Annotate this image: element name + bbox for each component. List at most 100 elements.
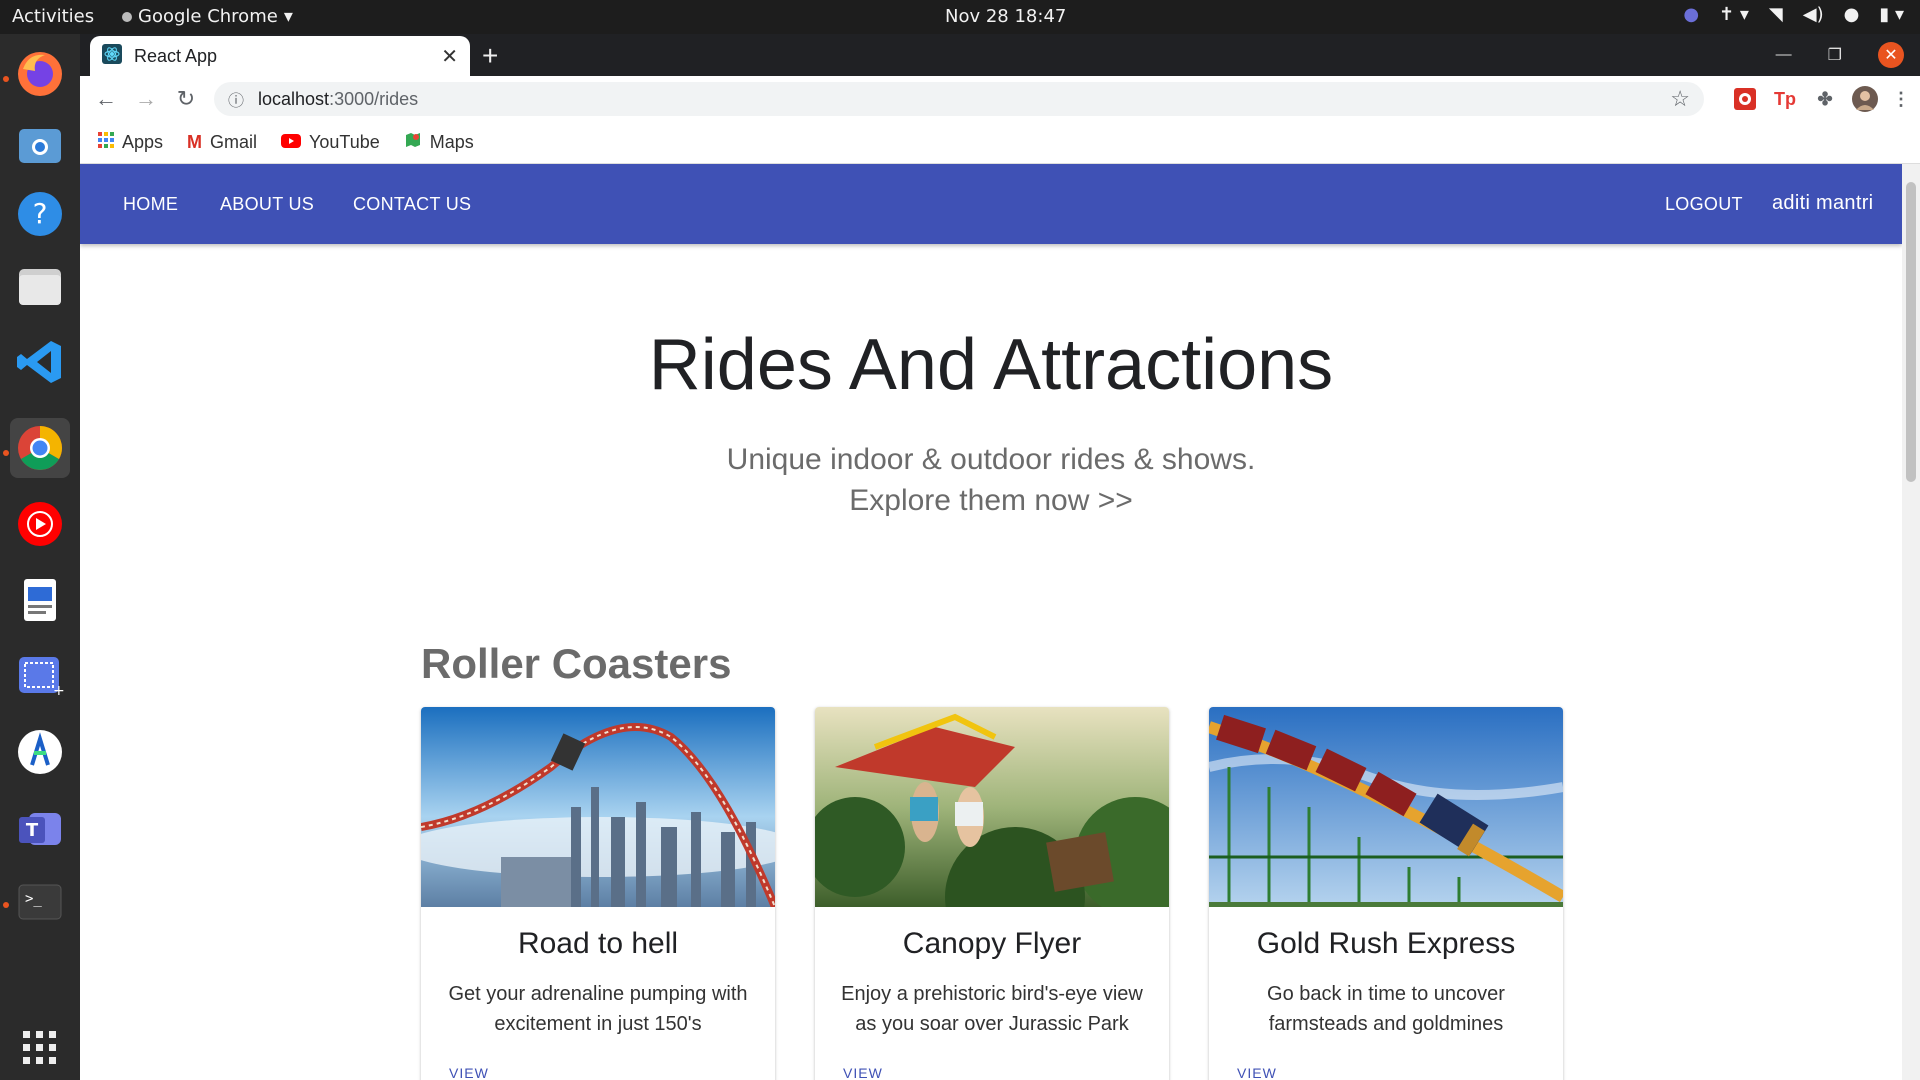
tab-react-app[interactable]: React App ✕ [90,36,470,76]
youtube-music-icon[interactable] [10,494,70,554]
apps-grid-icon [98,132,114,153]
new-tab-icon[interactable]: + [482,40,498,72]
ride-image-canopy-flyer [815,707,1169,907]
page-scrollbar[interactable] [1902,164,1920,1080]
window-close-icon[interactable]: ✕ [1878,42,1904,68]
subtitle-line-1: Unique indoor & outdoor rides & shows. [726,443,1256,476]
card-title: Gold Rush Express [1256,927,1516,960]
firefox-icon[interactable] [10,44,70,104]
youtube-icon [281,132,302,153]
help-icon[interactable]: ? [10,184,70,244]
bookmark-label: Maps [429,132,474,152]
svg-text:>_: >_ [25,891,42,907]
text-editor-icon[interactable] [10,570,70,630]
nav-about-us[interactable]: ABOUT US [220,194,314,215]
card-description: Go back in time to uncover farmsteads an… [1267,983,1505,1035]
minimize-icon[interactable]: — [1776,46,1792,64]
teams-icon[interactable]: T [10,798,70,858]
close-tab-icon[interactable]: ✕ [441,44,458,69]
view-button[interactable]: VIEW [449,1065,489,1080]
nav-contact-us[interactable]: CONTACT US [353,194,471,215]
vscode-icon[interactable] [10,332,70,392]
app-menu[interactable]: Google Chrome ▾ [122,6,293,27]
ride-card[interactable]: Gold Rush Express Go back in time to unc… [1209,707,1563,1080]
card-title: Road to hell [517,927,679,960]
ride-image-road-to-hell [421,707,775,907]
screenshot-icon[interactable]: + [10,646,70,706]
tab-strip: React App ✕ + — ❐ ✕ [80,34,1920,76]
bookmark-label: Gmail [210,132,258,152]
card-title: Canopy Flyer [902,927,1082,960]
battery-icon[interactable]: ▮ ▾ [1879,4,1904,25]
page-title: Rides And Attractions [648,325,1334,405]
extensions-puzzle-icon[interactable]: ✤ [1810,84,1840,114]
view-button[interactable]: VIEW [1237,1065,1277,1080]
extension-red-icon[interactable] [1730,84,1760,114]
system-top-bar: Activities Google Chrome ▾ Nov 28 18:47 … [0,0,1920,34]
browser-toolbar: ← → ↻ ⓘ localhost:3000/rides ☆ Tp ✤ ⋮ [80,76,1920,122]
bookmarks-bar: Apps M Gmail YouTube Maps [80,122,1920,164]
system-tray[interactable]: ● ✝ ▾ ◥ ◀) ● ▮ ▾ [1683,4,1904,25]
software-store-icon[interactable] [10,114,70,174]
gmail-icon: M [187,132,203,152]
page-subtitle: Unique indoor & outdoor rides & shows. E… [80,439,1902,521]
wifi-icon[interactable]: ◥ [1769,4,1783,25]
maps-icon [404,131,422,154]
chrome-icon[interactable] [10,418,70,478]
app-navbar: HOME ABOUT US CONTACT US LOGOUT aditi ma… [80,164,1902,244]
bookmark-label: Apps [122,132,164,152]
user-name[interactable]: aditi mantri [1772,192,1873,215]
browser-window: React App ✕ + — ❐ ✕ ← → ↻ ⓘ localhost:30… [80,34,1920,164]
volume-icon[interactable]: ◀) [1803,4,1824,25]
app-menu-label: Google Chrome [138,6,278,27]
logout-button[interactable]: LOGOUT [1665,194,1743,215]
clock[interactable]: Nov 28 18:47 [945,6,1066,27]
svg-text:+: + [53,683,65,699]
teams-tray-icon[interactable]: ● [1683,4,1699,25]
ride-card[interactable]: Canopy Flyer Enjoy a prehistoric bird's-… [815,707,1169,1080]
svg-text:?: ? [33,197,48,230]
bookmark-gmail[interactable]: M Gmail [187,132,257,153]
explore-link[interactable]: Explore them now >> [80,480,1902,521]
bookmark-youtube[interactable]: YouTube [281,132,380,153]
section-title: Roller Coasters [421,640,732,687]
android-studio-icon[interactable] [10,722,70,782]
chrome-small-icon [122,11,132,22]
tab-title: React App [134,45,218,66]
address-bar[interactable]: ⓘ localhost:3000/rides ☆ [214,82,1704,116]
microphone-icon[interactable]: ● [1844,4,1860,25]
restore-icon[interactable]: ❐ [1828,45,1842,65]
nav-home[interactable]: HOME [123,194,178,215]
ride-image-gold-rush-express [1209,707,1563,907]
window-controls: — ❐ ✕ [1776,42,1904,68]
running-indicator [3,902,9,908]
bookmark-star-icon[interactable]: ☆ [1670,86,1690,112]
react-favicon-icon [102,43,122,69]
site-info-icon[interactable]: ⓘ [228,87,244,111]
bookmark-maps[interactable]: Maps [404,131,474,154]
scrollbar-thumb[interactable] [1906,182,1916,482]
view-button[interactable]: VIEW [843,1065,883,1080]
chevron-down-icon: ▾ [283,6,293,27]
chrome-menu-icon[interactable]: ⋮ [1886,84,1916,114]
profile-avatar[interactable] [1850,84,1880,114]
bookmark-label: YouTube [309,132,380,152]
dock: ? + T >_ [0,34,80,1080]
bookmark-apps[interactable]: Apps [98,132,163,153]
terminal-icon[interactable]: >_ [10,872,70,932]
card-description: Get your adrenaline pumping with excitem… [448,983,748,1035]
accessibility-icon[interactable]: ✝ ▾ [1719,4,1749,25]
running-indicator [3,76,9,82]
svg-text:T: T [26,820,39,841]
reload-icon[interactable]: ↻ [166,86,206,112]
files-icon[interactable] [10,256,70,316]
activities-button[interactable]: Activities [12,6,94,27]
app-grid-icon[interactable] [10,1018,70,1078]
running-indicator [3,450,9,456]
tp-extension-icon[interactable]: Tp [1770,84,1800,114]
url-text: localhost:3000/rides [258,88,419,109]
back-icon[interactable]: ← [86,86,126,112]
ride-card[interactable]: Road to hell Get your adrenaline pumping… [421,707,775,1080]
page-content: HOME ABOUT US CONTACT US LOGOUT aditi ma… [80,164,1902,1080]
forward-icon[interactable]: → [126,86,166,112]
